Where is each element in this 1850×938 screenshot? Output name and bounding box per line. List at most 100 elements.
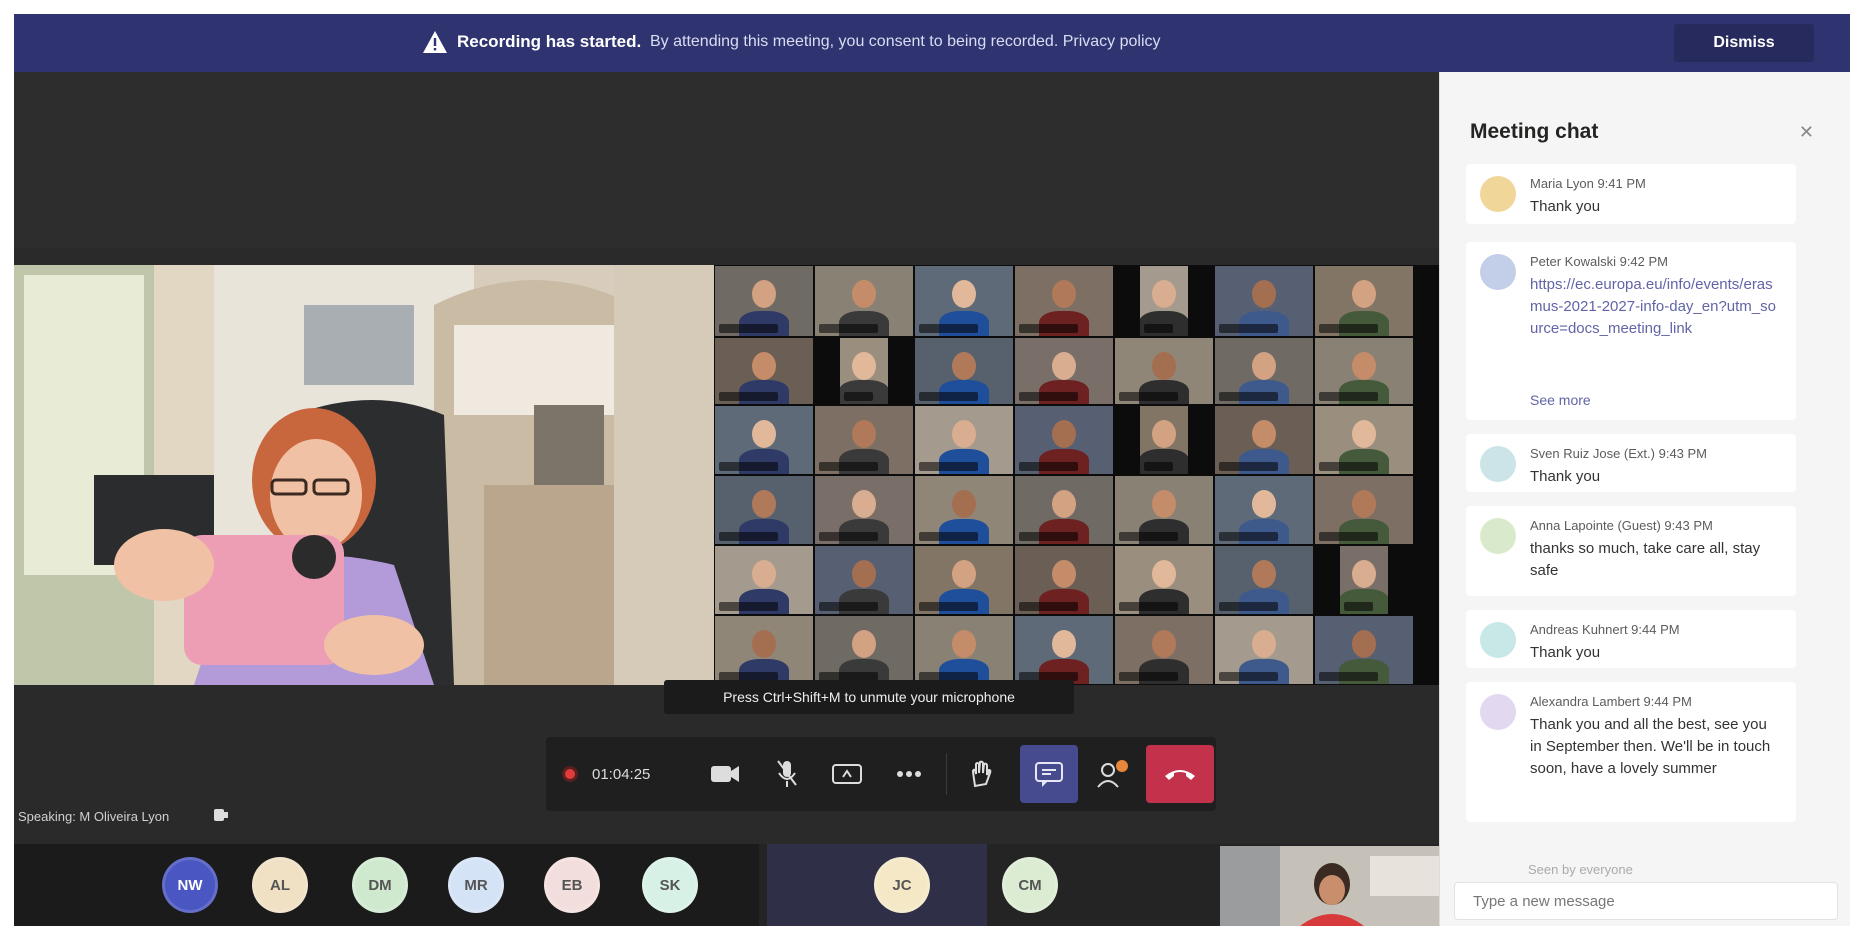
participant-name-tag (719, 392, 778, 401)
participant-roster-avatar[interactable]: CM (1002, 857, 1058, 913)
participant-video-tile[interactable] (715, 338, 813, 404)
participant-video-tile[interactable] (1215, 546, 1313, 614)
participant-roster-avatar[interactable]: DM (352, 857, 408, 913)
show-conversation-button[interactable] (1020, 745, 1078, 803)
share-content-button[interactable] (818, 745, 876, 803)
participant-name-tag (919, 532, 978, 541)
participant-video-tile[interactable] (1115, 476, 1213, 544)
active-speaker-label: Speaking: M Oliveira Lyon (18, 809, 170, 824)
participant-video-tile[interactable] (840, 338, 888, 404)
participant-video-tile[interactable] (1215, 476, 1313, 544)
participant-video-tile[interactable] (1315, 266, 1413, 336)
participant-roster-avatar[interactable]: EB (544, 857, 600, 913)
message-meta: Andreas Kuhnert 9:44 PM (1530, 622, 1680, 637)
participant-avatar (852, 351, 876, 380)
speaker-icon (214, 809, 228, 821)
sender-avatar (1480, 694, 1516, 730)
participant-video-tile[interactable] (815, 616, 913, 684)
participant-roster-avatar[interactable]: NW (162, 857, 218, 913)
chat-message[interactable]: Peter Kowalski 9:42 PM https://ec.europa.… (1466, 242, 1796, 420)
participant-video-tile[interactable] (1315, 406, 1413, 474)
participant-video-tile[interactable] (1215, 266, 1313, 336)
participant-video-tile[interactable] (715, 266, 813, 336)
participant-roster-avatar[interactable]: JC (874, 857, 930, 913)
participant-video-tile[interactable] (1315, 616, 1413, 684)
participant-video-tile[interactable] (1015, 338, 1113, 404)
participant-video-tile[interactable] (1140, 266, 1188, 336)
chat-message[interactable]: Sven Ruiz Jose (Ext.) 9:43 PM Thank you (1466, 434, 1796, 492)
participant-name-tag (1219, 324, 1278, 333)
participant-avatar (852, 420, 876, 448)
participant-name-tag (1219, 392, 1278, 401)
participant-video-tile[interactable] (1215, 338, 1313, 404)
participant-video-tile[interactable] (1115, 616, 1213, 684)
participant-name-tag (1144, 324, 1173, 333)
camera-button[interactable] (696, 745, 754, 803)
participant-video-tile[interactable] (1215, 616, 1313, 684)
participant-video-tile[interactable] (815, 546, 913, 614)
participant-video-tile[interactable] (815, 406, 913, 474)
camera-icon (711, 766, 739, 782)
participant-video-tile[interactable] (915, 338, 1013, 404)
more-actions-button[interactable] (880, 745, 938, 803)
close-icon[interactable]: ✕ (1799, 122, 1814, 143)
participant-roster-avatar[interactable]: MR (448, 857, 504, 913)
message-meta: Maria Lyon 9:41 PM (1530, 176, 1646, 191)
participant-video-tile[interactable] (1115, 546, 1213, 614)
participant-video-tile[interactable] (915, 266, 1013, 336)
presenter-video[interactable] (14, 265, 714, 685)
participant-video-tile[interactable] (715, 406, 813, 474)
participant-avatar (752, 280, 776, 309)
participant-video-tile[interactable] (1115, 338, 1213, 404)
participant-video-tile[interactable] (1015, 406, 1113, 474)
participant-video-tile[interactable] (1315, 338, 1413, 404)
participant-video-tile[interactable] (1340, 546, 1388, 614)
chat-icon (1035, 762, 1063, 787)
participant-avatar (1352, 280, 1376, 309)
participant-avatar (752, 630, 776, 658)
chat-title: Meeting chat (1470, 120, 1599, 143)
leave-meeting-button[interactable] (1146, 745, 1214, 803)
participant-roster-avatar[interactable]: AL (252, 857, 308, 913)
participant-avatar (952, 630, 976, 658)
participant-avatar (952, 420, 976, 448)
chat-message[interactable]: Andreas Kuhnert 9:44 PM Thank you (1466, 610, 1796, 668)
control-separator (946, 753, 947, 795)
microphone-button[interactable] (758, 745, 816, 803)
participant-video-tile[interactable] (1015, 546, 1113, 614)
participant-video-tile[interactable] (815, 476, 913, 544)
message-text[interactable]: https://ec.europa.eu/info/events/erasmus… (1530, 274, 1782, 384)
raise-hand-button[interactable] (952, 745, 1010, 803)
recording-consent-text[interactable]: By attending this meeting, you consent t… (650, 33, 1161, 51)
participant-video-tile[interactable] (1140, 406, 1188, 474)
avatar-initials: DM (368, 876, 392, 894)
participant-avatar (1352, 630, 1376, 658)
participant-roster-avatar[interactable]: SK (642, 857, 698, 913)
participant-name-tag (819, 602, 878, 611)
participant-video-tile[interactable] (915, 476, 1013, 544)
chat-message[interactable]: Maria Lyon 9:41 PM Thank you (1466, 164, 1796, 224)
show-participants-button[interactable] (1084, 745, 1142, 803)
self-view-video[interactable] (1220, 846, 1439, 926)
participant-video-tile[interactable] (1015, 616, 1113, 684)
participant-video-tile[interactable] (815, 266, 913, 336)
compose-message-input[interactable]: Type a new message (1454, 882, 1838, 920)
dismiss-button[interactable]: Dismiss (1674, 24, 1814, 62)
participant-video-tile[interactable] (715, 476, 813, 544)
chat-message[interactable]: Anna Lapointe (Guest) 9:43 PM thanks so m… (1466, 506, 1796, 596)
participant-video-tile[interactable] (1215, 406, 1313, 474)
participant-avatar (1252, 490, 1276, 518)
sender-avatar (1480, 254, 1516, 290)
participant-video-tile[interactable] (1015, 476, 1113, 544)
participant-video-tile[interactable] (915, 546, 1013, 614)
participant-video-tile[interactable] (915, 616, 1013, 684)
participant-video-tile[interactable] (1315, 476, 1413, 544)
participant-avatar (952, 560, 976, 588)
participant-video-tile[interactable] (1015, 266, 1113, 336)
see-more-link[interactable]: See more (1530, 392, 1591, 408)
participant-name-tag (1019, 462, 1078, 471)
participant-video-tile[interactable] (715, 546, 813, 614)
chat-message[interactable]: Alexandra Lambert 9:44 PM Thank you and a… (1466, 682, 1796, 822)
participant-video-tile[interactable] (715, 616, 813, 684)
participant-video-tile[interactable] (915, 406, 1013, 474)
